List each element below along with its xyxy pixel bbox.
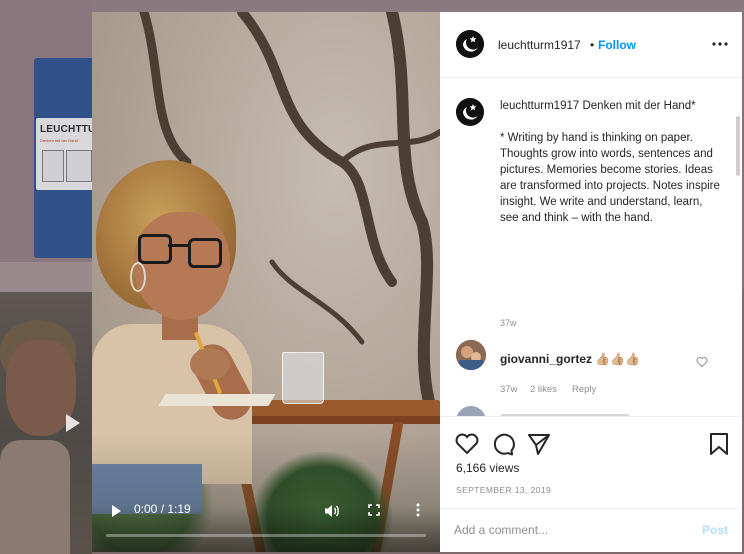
heart-icon[interactable] [454, 431, 480, 457]
video-frame-person-hand [190, 348, 230, 380]
caption-username[interactable]: leuchtturm1917 [500, 100, 579, 112]
avatar[interactable] [456, 340, 486, 370]
post-side-panel: leuchtturm1917 • Follow leuchtturm1917 D… [440, 12, 742, 552]
comment-timestamp[interactable]: 37w [500, 384, 517, 395]
follow-button[interactable]: Follow [598, 38, 636, 52]
share-icon[interactable] [526, 431, 552, 457]
background-thumbnail-body [0, 440, 70, 554]
video-progress-track[interactable] [106, 534, 426, 537]
leuchtturm-logo-icon [456, 30, 484, 58]
fullscreen-icon[interactable] [368, 504, 380, 516]
branch-shape [139, 12, 192, 167]
video-frame-glasses [138, 234, 172, 264]
background-notebook-box [42, 150, 64, 182]
scrollbar[interactable] [736, 116, 740, 176]
separator-dot: • [590, 38, 595, 52]
comment-input[interactable] [454, 519, 684, 541]
avatar[interactable] [456, 30, 484, 58]
comment-emoji: 👍🏼👍🏼👍🏼 [595, 352, 641, 366]
post-comments-area[interactable]: leuchtturm1917 Denken mit der Hand* * Wr… [440, 78, 742, 416]
reply-button[interactable]: Reply [572, 384, 596, 395]
video-frame-glasses [188, 238, 222, 268]
video-frame-water-glass [282, 352, 324, 404]
caption-timestamp[interactable]: 37w [500, 318, 517, 328]
background-shelf [0, 262, 92, 292]
comment-likes[interactable]: 2 likes [530, 384, 557, 395]
post-comment-button[interactable]: Post [702, 523, 728, 537]
background-notebook-tagline: Denken mit der Hand [40, 138, 78, 143]
comment-box: Post [440, 508, 742, 553]
caption-title: Denken mit der Hand* [579, 100, 696, 112]
post-header: leuchtturm1917 • Follow [440, 12, 742, 78]
more-horizontal-icon[interactable] [712, 42, 728, 46]
bookmark-icon[interactable] [706, 431, 732, 457]
comment-username[interactable]: giovanni_gortez [500, 352, 592, 366]
commenter-photo [456, 340, 486, 370]
post-actions: 6,166 views SEPTEMBER 13, 2019 [440, 416, 742, 509]
heart-icon[interactable] [696, 356, 708, 368]
comment-icon[interactable] [490, 431, 516, 457]
play-icon [66, 414, 80, 432]
branch-shape [386, 12, 438, 418]
video-player[interactable]: 0:00 / 1:19 [92, 12, 440, 552]
video-frame-glasses-bridge [168, 244, 188, 247]
post-caption: leuchtturm1917 Denken mit der Hand* * Wr… [500, 98, 720, 226]
post-username[interactable]: leuchtturm1917 [498, 38, 581, 52]
volume-icon[interactable] [324, 503, 340, 519]
avatar[interactable] [456, 98, 484, 126]
branch-shape [339, 129, 440, 165]
leuchtturm-logo-icon [456, 98, 484, 126]
video-time: 0:00 / 1:19 [134, 502, 191, 516]
modal-top-strip [92, 0, 744, 12]
video-frame-notebook [158, 394, 276, 406]
background-notebook-brand: LEUCHTTUR [40, 124, 94, 135]
video-frame-earring [130, 262, 146, 292]
background-notebook-box [66, 150, 92, 182]
view-count[interactable]: 6,166 views [456, 461, 519, 475]
comment-text: giovanni_gortez 👍🏼👍🏼👍🏼 [500, 352, 640, 366]
play-icon[interactable] [112, 505, 121, 517]
caption-line: * Writing by hand is thinking on paper. [500, 132, 693, 144]
branch-shape [269, 259, 365, 345]
avatar[interactable] [456, 406, 486, 416]
post-date[interactable]: SEPTEMBER 13, 2019 [456, 485, 551, 495]
caption-line: Thoughts grow into words, sentences and … [500, 148, 720, 224]
more-vertical-icon[interactable] [416, 503, 420, 517]
